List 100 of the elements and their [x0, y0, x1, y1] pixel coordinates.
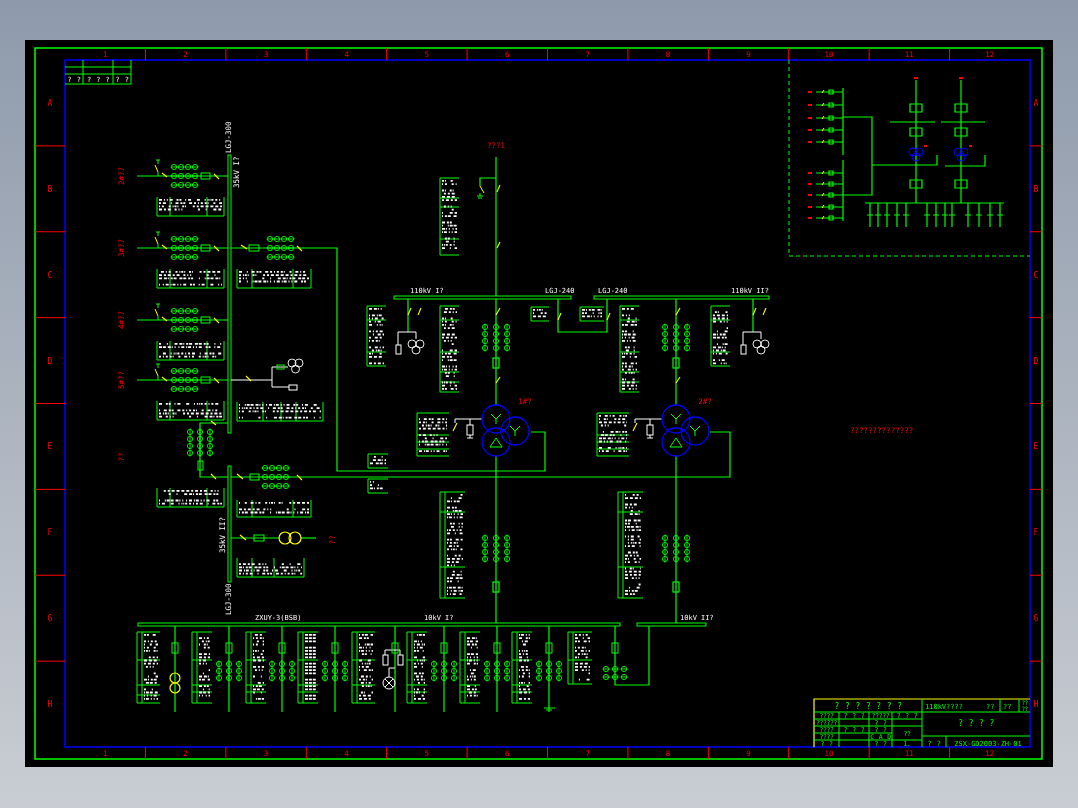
equipment-label-drawing [156, 400, 225, 421]
grounding-resistor-icon [646, 424, 654, 439]
voltage-transformer-icon [287, 358, 304, 374]
earthing-switch-icon [154, 231, 161, 249]
fuse-icon [200, 244, 211, 252]
voltage-transformer-icon [407, 339, 425, 355]
resistor-icon [395, 344, 402, 355]
equipment-label-drawing [236, 557, 305, 578]
voltage-transformer-icon [752, 339, 770, 355]
equipment-label-drawing [366, 305, 387, 367]
row-letter: E [1033, 442, 1039, 452]
fuse-icon [225, 642, 233, 654]
equipment-label-drawing [416, 412, 450, 457]
resistor-icon [382, 654, 389, 666]
cable-line [614, 625, 650, 686]
busbar [636, 622, 707, 627]
switch-icon [495, 307, 501, 316]
switch-icon [495, 376, 501, 384]
fuse-icon [278, 642, 286, 654]
row-letter: E [47, 442, 53, 452]
fuse-icon [545, 642, 553, 654]
earthing-switch-icon [154, 363, 161, 381]
fuse-icon [248, 244, 260, 252]
resistor-icon [397, 654, 404, 666]
fuse-icon [331, 642, 339, 654]
ground-icon [543, 707, 556, 711]
cable-line [230, 537, 280, 539]
equipment-label-drawing [579, 306, 605, 322]
switch-icon [496, 241, 501, 249]
switch-icon [213, 173, 220, 180]
switch-icon [240, 244, 248, 250]
fuse-icon [197, 460, 204, 471]
cable-line [752, 298, 754, 333]
switch-icon [239, 534, 247, 541]
fuse-icon [440, 642, 448, 654]
switch-icon [557, 312, 562, 321]
transformer-icon [661, 404, 710, 457]
fuse-icon [200, 376, 211, 384]
switch-icon [161, 244, 168, 250]
switch-icon [161, 376, 168, 382]
fuse-icon [200, 316, 211, 324]
fuse-icon [249, 473, 260, 481]
row-letter: A [1033, 98, 1039, 108]
connection-line [742, 331, 762, 346]
equipment-label-drawing [530, 306, 550, 322]
fuse-icon [276, 364, 285, 370]
fuse-icon [611, 642, 619, 654]
transformer-icon [169, 672, 181, 694]
switch-icon [675, 307, 681, 316]
resistor-icon [740, 344, 747, 355]
row-letter: B [47, 184, 53, 194]
resistor-icon [288, 384, 298, 391]
cable-line [557, 298, 608, 333]
switch-icon [606, 312, 611, 321]
equipment-label-drawing [596, 412, 630, 457]
circuit-breaker-icon [492, 581, 500, 593]
equipment-label-drawing [367, 478, 389, 494]
switch-icon [245, 375, 252, 382]
row-letter: A [47, 98, 53, 108]
fuse-icon [171, 642, 179, 654]
row-letter: H [1033, 700, 1039, 710]
circuit-breaker-icon [492, 357, 500, 369]
connection-line [397, 331, 417, 346]
switch-icon [452, 422, 458, 432]
equipment-label-drawing [567, 631, 593, 685]
switch-icon [213, 377, 220, 384]
equipment-label-drawing [156, 340, 225, 361]
equipment-label-drawing [156, 487, 225, 508]
row-letter: F [47, 528, 53, 538]
drawing-name: ? ? ? ? [958, 719, 994, 728]
row-letter: G [47, 614, 53, 624]
equipment-label-drawing [156, 268, 225, 289]
row-letter: H [47, 700, 53, 710]
row-letter: F [1033, 528, 1039, 538]
switch-icon [496, 184, 501, 193]
fuse-icon [253, 534, 265, 542]
switch-icon [161, 172, 168, 178]
row-letter: B [1033, 184, 1039, 194]
switch-icon [210, 420, 217, 426]
switch-icon [210, 473, 217, 480]
switch-icon [632, 422, 638, 432]
fuse-icon [391, 642, 399, 654]
fuse-icon [200, 172, 211, 180]
fuse-icon [493, 642, 501, 654]
equipment-label-drawing [156, 196, 225, 217]
circuit-breaker-icon [672, 357, 680, 369]
circuit-breaker-icon [672, 581, 680, 593]
row-letter: C [47, 270, 53, 280]
switch-icon [296, 245, 303, 252]
earthing-switch-icon [154, 159, 161, 177]
switch-icon [213, 317, 220, 324]
voltage-transformer-icon [382, 676, 396, 690]
connection-line [388, 667, 396, 678]
transformer-icon [278, 531, 302, 545]
row-letter: D [47, 356, 53, 366]
equipment-label-drawing [710, 305, 731, 367]
switch-icon [161, 316, 168, 322]
title-block-text: ? ? ? ? ? ? ? [834, 702, 902, 711]
transformer-icon [481, 404, 530, 457]
row-letter: C [1033, 270, 1039, 280]
